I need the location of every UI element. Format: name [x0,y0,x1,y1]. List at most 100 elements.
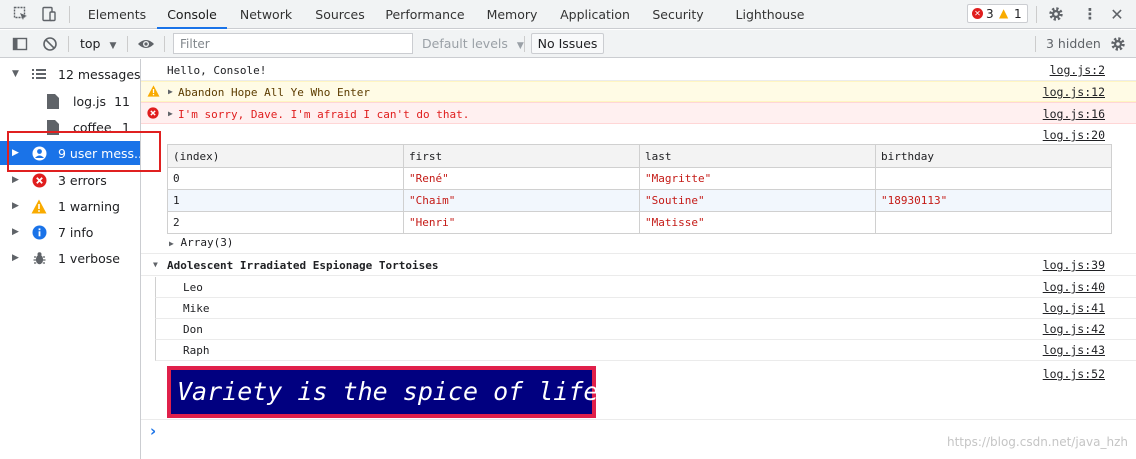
sidebar-item-verbose[interactable]: ▶ 1 verbose [0,246,140,270]
issues-counter[interactable]: ✕ 3 ▲ 1 [967,4,1028,23]
tab-elements[interactable]: Elements [80,0,154,29]
hidden-count: 3 hidden [1046,36,1101,51]
inspect-element-icon[interactable] [11,4,31,24]
context-selector[interactable]: top ▼ [80,36,116,51]
expand-triangle-icon[interactable]: ▶ [168,87,173,96]
sidebar-item-label: 7 info [58,224,94,240]
sidebar-item-logjs[interactable]: log.js 11 [0,89,140,113]
source-link[interactable]: log.js:12 [1043,85,1105,99]
table-cell: 0 [167,167,404,190]
sidebar-item-info[interactable]: ▶ 7 info [0,220,140,244]
message-text: I'm sorry, Dave. I'm afraid I can't do t… [178,108,470,121]
console-toolbar: top ▼ Default levels ▼ No Issues 3 hidde… [0,30,1136,58]
error-icon [147,107,159,122]
log-levels-label: Default levels [422,36,508,51]
console-warning-message: ▶ Abandon Hope All Ye Who Enter log.js:1… [141,81,1136,102]
divider [69,6,70,23]
tab-performance[interactable]: Performance [379,0,471,29]
array-expander[interactable]: ▶ Array(3) [169,236,233,249]
console-error-message: ▶ I'm sorry, Dave. I'm afraid I can't do… [141,102,1136,124]
settings-gear-icon[interactable] [1046,4,1066,24]
table-cell: 2 [167,211,404,234]
warning-icon [31,198,47,214]
source-link[interactable]: log.js:41 [1043,301,1105,315]
warning-icon: ▲ [999,6,1009,20]
table-row: 2 "Henri" "Matisse" [167,211,1112,234]
dropdown-arrow-icon: ▼ [516,41,524,51]
log-levels-dropdown[interactable]: Default levels ▼ [422,36,524,51]
source-link[interactable]: log.js:40 [1043,280,1105,294]
sidebar-toggle-icon[interactable] [10,34,30,54]
context-label: top [80,36,101,51]
error-icon: ✕ [972,8,983,19]
divider [68,36,69,52]
expand-caret-icon[interactable]: ▶ [12,175,19,185]
warning-icon [147,85,160,100]
device-toggle-icon[interactable] [39,4,59,24]
tab-console[interactable]: Console [157,0,227,29]
console-group-header[interactable]: ▼ Adolescent Irradiated Espionage Tortoi… [141,255,1136,276]
source-link[interactable]: log.js:20 [1043,128,1105,142]
more-options-icon[interactable]: ⋮ [1080,4,1100,24]
sidebar-item-label: 1 warning [58,198,120,214]
source-link[interactable]: log.js:52 [1043,367,1105,381]
tab-application[interactable]: Application [553,0,637,29]
sidebar-item-messages[interactable]: ▼ 12 messages [0,62,140,86]
devtools-tabbar: Elements Console Network Sources Perform… [0,0,1136,29]
collapse-triangle-icon[interactable]: ▼ [153,260,158,269]
table-row: 0 "René" "Magritte" [167,167,1112,190]
expand-triangle-icon[interactable]: ▶ [168,109,173,118]
list-icon [31,66,47,82]
source-link[interactable]: log.js:16 [1043,107,1105,121]
console-message: Hello, Console! log.js:2 [141,59,1136,81]
group-title: Adolescent Irradiated Espionage Tortoise… [167,259,439,272]
source-link[interactable]: log.js:2 [1050,63,1105,77]
tab-memory[interactable]: Memory [477,0,547,29]
filter-input[interactable] [173,33,413,54]
clear-console-icon[interactable] [40,34,60,54]
tab-security[interactable]: Security [644,0,712,29]
tab-sources[interactable]: Sources [307,0,373,29]
file-icon [45,93,61,109]
table-header[interactable]: birthday [875,144,1112,168]
table-cell: 1 [167,189,404,212]
expand-caret-icon[interactable]: ▶ [12,201,19,211]
error-count: 3 [986,7,994,21]
table-header[interactable]: (index) [167,144,404,168]
table-cell [875,211,1112,234]
sidebar-item-label: 3 errors [58,172,107,188]
message-text: Raph [183,344,210,357]
expand-caret-icon[interactable]: ▶ [12,253,19,263]
expand-caret-icon[interactable]: ▶ [12,227,19,237]
eye-icon[interactable] [136,34,156,54]
source-link[interactable]: log.js:42 [1043,322,1105,336]
sidebar-item-label: 1 verbose [58,250,120,266]
table-header[interactable]: last [639,144,876,168]
table-row: 1 "Chaim" "Soutine" "18930113" [167,189,1112,212]
warning-count: 1 [1014,7,1022,21]
no-issues-button[interactable]: No Issues [531,33,604,54]
table-cell: "Soutine" [639,189,876,212]
source-link[interactable]: log.js:43 [1043,343,1105,357]
divider [1035,36,1036,52]
table-cell [875,167,1112,190]
no-issues-label: No Issues [537,36,598,51]
group-item: Mike log.js:41 [155,298,1136,319]
console-prompt-icon[interactable]: › [150,422,156,440]
expand-caret-icon[interactable]: ▼ [12,69,19,79]
tab-network[interactable]: Network [232,0,300,29]
table-cell: "Chaim" [403,189,640,212]
close-icon[interactable]: ✕ [1107,4,1127,24]
console-table: (index) first last birthday 0 "René" "Ma… [167,144,1112,234]
sidebar-item-label: log.js [73,93,107,109]
console-settings-gear-icon[interactable] [1108,34,1128,54]
sidebar-item-warnings[interactable]: ▶ 1 warning [0,194,140,218]
source-link[interactable]: log.js:39 [1043,258,1105,272]
tab-lighthouse[interactable]: Lighthouse [729,0,811,29]
error-icon [31,172,47,188]
highlight-annotation-box [7,131,161,172]
table-cell: "Henri" [403,211,640,234]
expand-triangle-icon: ▶ [169,239,174,248]
array-label: Array(3) [180,236,234,249]
table-header[interactable]: first [403,144,640,168]
